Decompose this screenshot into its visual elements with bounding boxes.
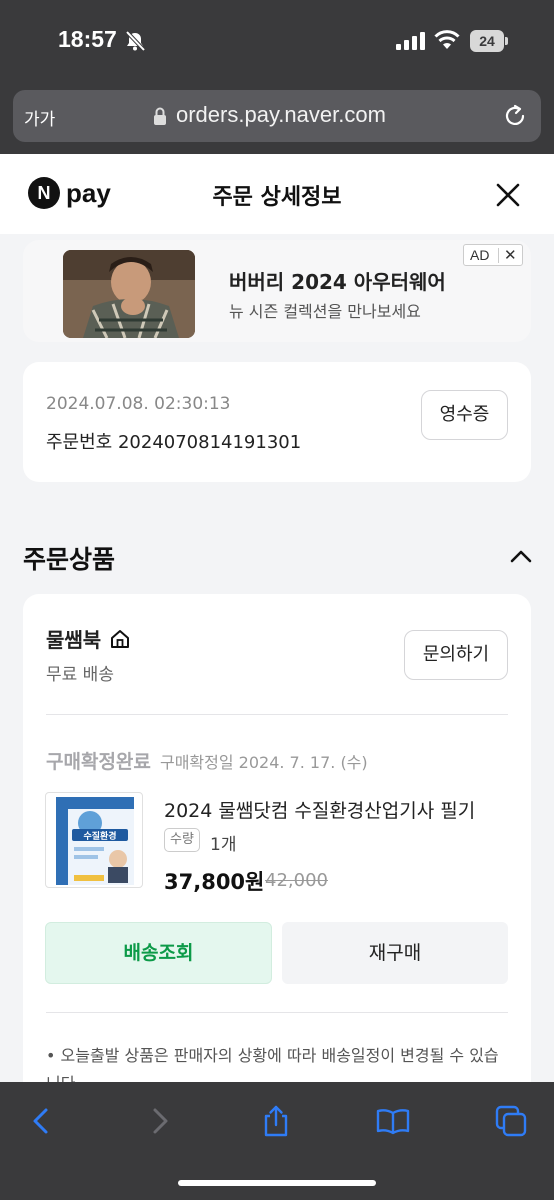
track-delivery-button[interactable]: 배송조회 <box>45 922 272 984</box>
quantity-label: 수량 <box>164 828 200 852</box>
bookmarks-icon[interactable] <box>376 1104 410 1138</box>
book-cover-title: 수질환경 <box>83 830 116 842</box>
purchase-status-row: 구매확정완료 구매확정일 2024. 7. 17. (수) <box>46 747 368 774</box>
product-card: 물쌤북 무료 배송 문의하기 구매확정완료 구매확정일 2024. 7. 17.… <box>23 594 531 1082</box>
back-icon[interactable] <box>24 1104 58 1138</box>
original-price: 42,000 <box>265 870 328 891</box>
divider <box>46 1012 508 1013</box>
receipt-button[interactable]: 영수증 <box>421 390 508 440</box>
ad-close-icon[interactable]: ✕ <box>504 246 517 264</box>
product-price: 37,800원 <box>164 870 265 894</box>
ad-title: 버버리 2024 아우터웨어 <box>229 270 446 294</box>
shipping-fee: 무료 배송 <box>46 665 114 685</box>
status-badge: 구매확정완료 <box>46 751 151 773</box>
status-time: 18:57 <box>58 26 117 52</box>
browser-address-area: 가가 orders.pay.naver.com <box>0 84 554 154</box>
ad-subtitle: 뉴 시즌 컬렉션을 만나보세요 <box>229 302 421 321</box>
inquiry-button[interactable]: 문의하기 <box>404 630 508 680</box>
ad-badge: AD ✕ <box>463 244 523 266</box>
ad-label: AD <box>470 247 490 263</box>
chevron-up-icon[interactable] <box>508 546 534 566</box>
home-indicator <box>178 1180 376 1186</box>
quantity-value: 1개 <box>210 835 237 855</box>
product-thumbnail[interactable]: 수질환경 <box>45 792 143 888</box>
page-header: N pay 주문 상세정보 <box>0 154 554 234</box>
store-home-icon[interactable] <box>109 628 131 650</box>
url-text[interactable]: orders.pay.naver.com <box>176 102 386 128</box>
signal-icon <box>396 32 425 50</box>
seller-name[interactable]: 물쌤북 <box>46 624 101 653</box>
forward-icon <box>153 1108 168 1134</box>
bell-off-icon <box>125 30 146 52</box>
reload-icon[interactable] <box>503 104 527 128</box>
text-size-button[interactable]: 가가 <box>24 105 55 130</box>
confirm-date: 구매확정일 2024. 7. 17. (수) <box>159 753 368 772</box>
divider <box>46 714 508 715</box>
battery-level: 24 <box>470 30 504 52</box>
address-bar[interactable]: 가가 orders.pay.naver.com <box>13 90 541 142</box>
tabs-icon[interactable] <box>494 1104 528 1138</box>
order-detail-page: N pay 주문 상세정보 버버리 2024 아우터웨어 뉴 시즌 컬렉션을 만… <box>0 154 554 1082</box>
order-info-card: 2024.07.08. 02:30:13 주문번호 20240708141913… <box>23 362 531 482</box>
section-title: 주문상품 <box>23 545 116 574</box>
share-icon[interactable] <box>259 1104 293 1138</box>
battery-icon: 24 <box>470 30 508 52</box>
order-number: 주문번호 2024070814191301 <box>46 432 302 453</box>
wifi-icon <box>434 30 460 49</box>
status-bar: 18:57 24 <box>0 0 554 84</box>
browser-toolbar <box>0 1082 554 1200</box>
ad-image <box>63 250 195 338</box>
ad-banner[interactable]: 버버리 2024 아우터웨어 뉴 시즌 컬렉션을 만나보세요 AD ✕ <box>23 240 531 342</box>
lock-icon <box>154 107 166 125</box>
page-title: 주문 상세정보 <box>212 185 342 210</box>
close-icon[interactable] <box>494 181 522 209</box>
product-name[interactable]: 2024 물쌤닷컴 수질환경산업기사 필기 <box>164 796 475 823</box>
order-datetime: 2024.07.08. 02:30:13 <box>46 394 231 414</box>
rebuy-button[interactable]: 재구매 <box>282 922 508 984</box>
shipping-notice: • 오늘출발 상품은 판매자의 상황에 따라 배송일정이 변경될 수 있습니다. <box>46 1046 499 1082</box>
